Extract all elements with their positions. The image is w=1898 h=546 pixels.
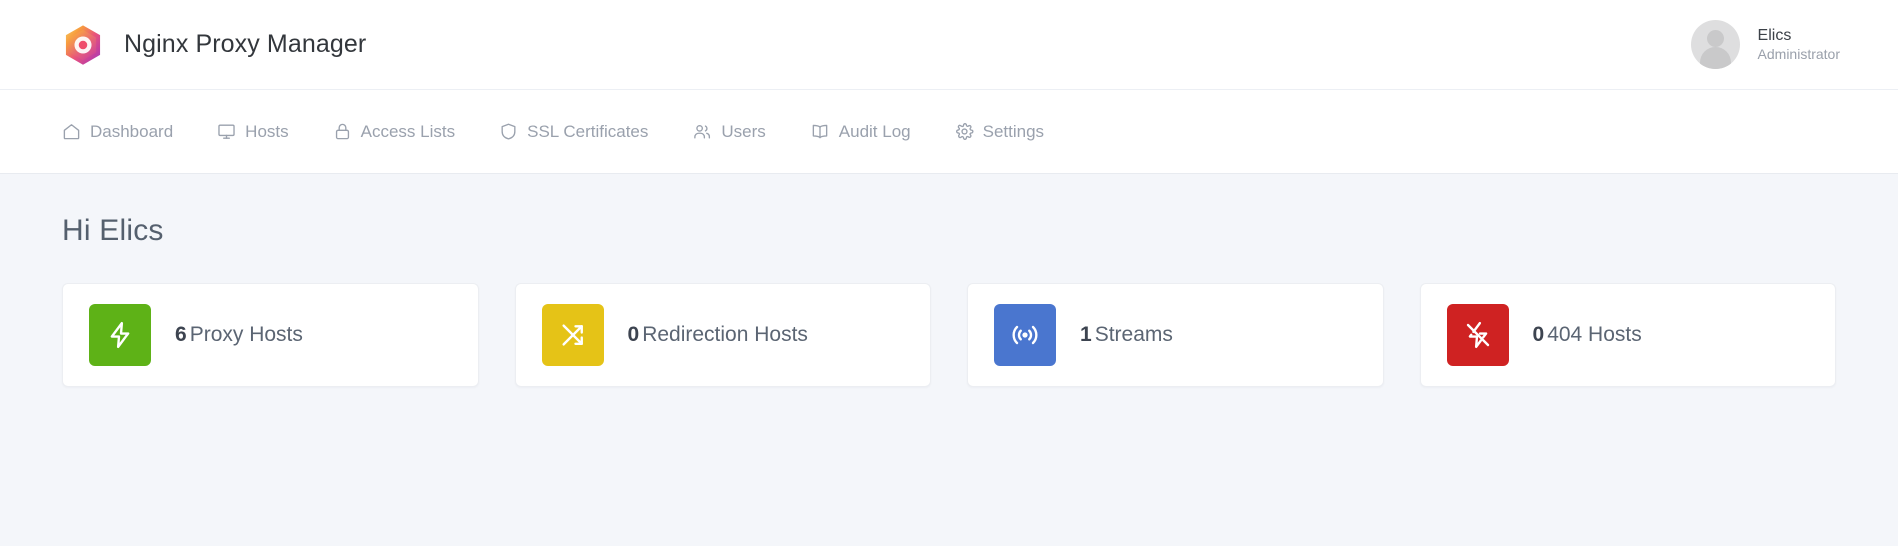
nav-item-dashboard[interactable]: Dashboard [62,114,191,150]
stat-label: Streams [1094,323,1173,346]
shuffle-icon [541,304,604,366]
app-header: Nginx Proxy Manager Elics Administrator [0,0,1898,90]
home-icon [62,122,81,141]
book-icon [810,122,830,141]
stat-card-text: 0 404 Hosts [1533,323,1642,347]
nav-label: SSL Certificates [527,121,649,141]
user-role: Administrator [1757,45,1840,62]
nav-label: Users [721,121,766,141]
users-icon [692,122,712,141]
lock-icon [333,122,352,141]
stat-count: 1 [1080,323,1092,346]
stat-label: 404 Hosts [1547,323,1642,346]
nav-item-audit-log[interactable]: Audit Log [810,114,929,150]
stat-card-proxy-hosts[interactable]: 6 Proxy Hosts [62,283,479,387]
stat-card-text: 1 Streams [1080,323,1173,347]
stat-label: Proxy Hosts [189,323,303,346]
brand[interactable]: Nginx Proxy Manager [62,24,366,66]
user-menu[interactable]: Elics Administrator [1690,20,1840,69]
stat-count: 6 [175,323,187,346]
stat-card-streams[interactable]: 1 Streams [967,283,1384,387]
nav-item-access-lists[interactable]: Access Lists [333,114,473,150]
dashboard-content: Hi Elics 6 Proxy Hosts 0 Redirection Hos… [0,174,1898,546]
stat-label: Redirection Hosts [642,323,808,346]
bolt-off-icon [1446,304,1509,366]
stat-card-404-hosts[interactable]: 0 404 Hosts [1419,283,1836,387]
app-title: Nginx Proxy Manager [124,30,367,58]
main-navigation: Dashboard Hosts Access Lists SSL Certifi… [0,90,1898,174]
stat-card-grid: 6 Proxy Hosts 0 Redirection Hosts 1 Stre… [62,283,1836,387]
nav-label: Hosts [245,121,289,141]
nav-item-users[interactable]: Users [692,114,783,150]
nginx-proxy-manager-hexagon-logo [65,24,101,65]
broadcast-icon [994,304,1056,366]
shield-icon [499,122,518,141]
nav-label: Access Lists [360,121,456,141]
stat-card-text: 0 Redirection Hosts [628,323,808,347]
nav-item-settings[interactable]: Settings [955,114,1062,150]
stat-card-text: 6 Proxy Hosts [175,323,303,347]
nav-label: Audit Log [838,121,911,141]
gear-icon [955,122,974,141]
stat-count: 0 [1532,323,1545,346]
stat-count: 0 [627,323,640,346]
nav-label: Settings [982,121,1045,141]
page-title: Hi Elics [62,214,164,247]
nav-label: Dashboard [90,121,174,141]
user-name: Elics [1757,26,1792,44]
monitor-icon [217,122,236,141]
stat-card-redirection-hosts[interactable]: 0 Redirection Hosts [514,283,931,387]
nav-item-ssl-certificates[interactable]: SSL Certificates [499,114,666,150]
bolt-icon [89,304,151,366]
nav-item-hosts[interactable]: Hosts [217,114,306,150]
avatar [1690,20,1740,69]
